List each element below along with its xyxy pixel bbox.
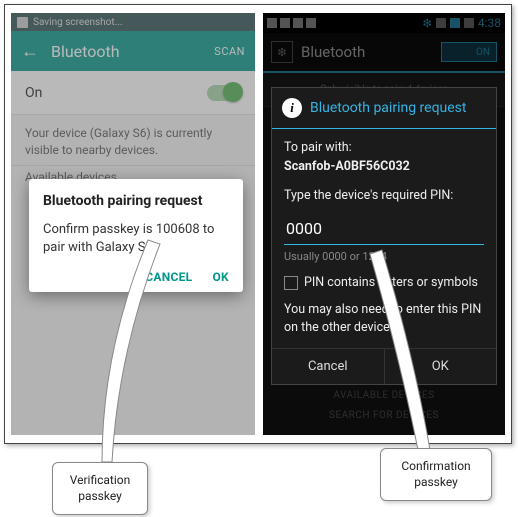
callout-pointer-right bbox=[0, 0, 518, 517]
callout-left: Verification passkey bbox=[52, 462, 148, 515]
callout-left-text: Verification passkey bbox=[70, 473, 131, 503]
callout-right: Confirmation passkey bbox=[380, 448, 492, 501]
callout-right-text: Confirmation passkey bbox=[401, 459, 470, 489]
